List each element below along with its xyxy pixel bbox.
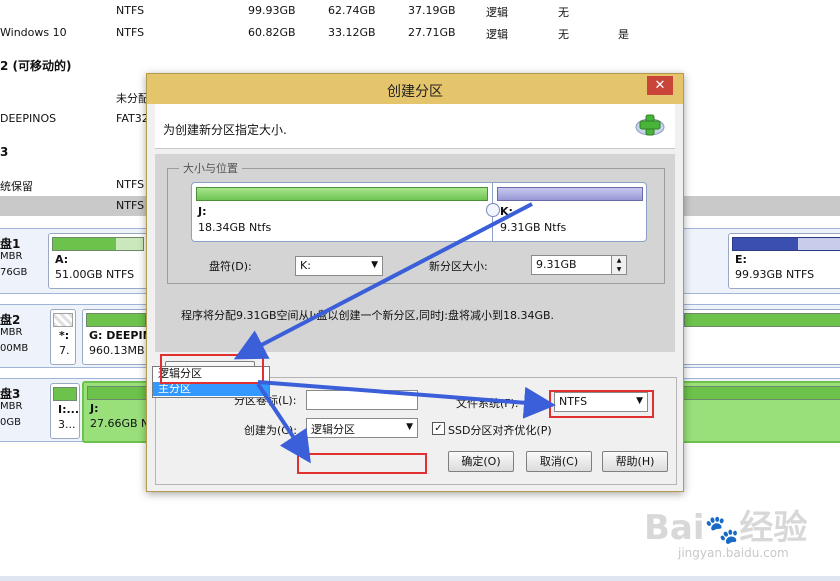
watermark-logo-text: Bai xyxy=(644,508,705,548)
tutorial-arrows xyxy=(233,202,556,464)
watermark-url: jingyan.baidu.com xyxy=(678,546,789,560)
arrow-to-primary xyxy=(256,382,311,464)
baidu-watermark-logo: Bai🐾经验 xyxy=(644,508,808,548)
watermark-logo-text2: 经验 xyxy=(739,508,808,548)
arrow-to-filesystem xyxy=(257,380,556,419)
arrow-to-advanced xyxy=(233,202,533,360)
